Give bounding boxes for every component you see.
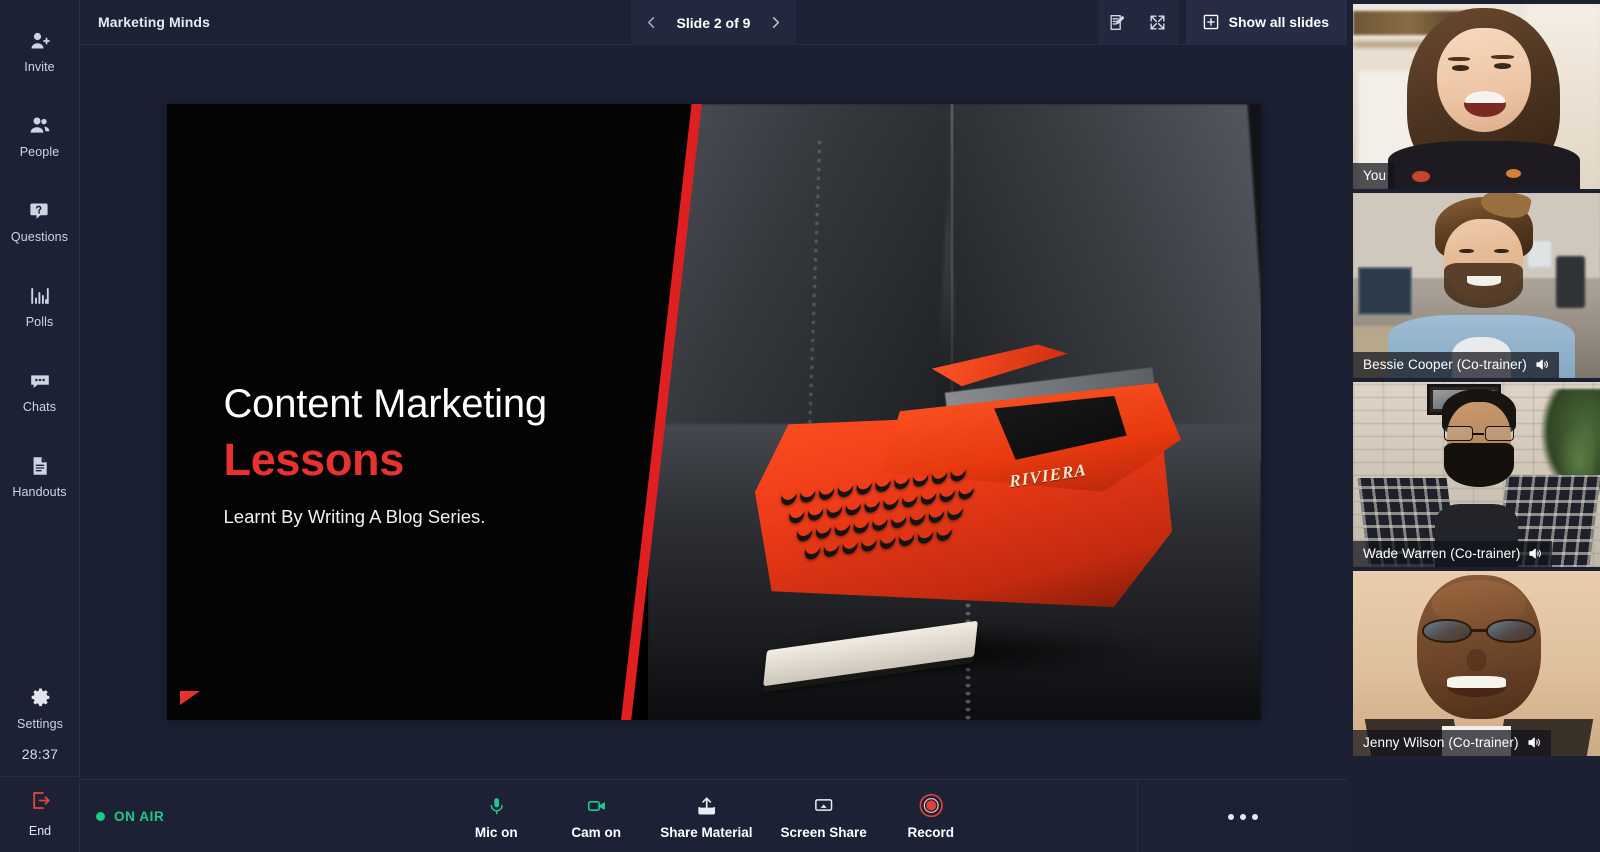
sidebar-item-settings[interactable]: Settings [0, 679, 80, 740]
chevron-right-icon [772, 17, 779, 28]
show-all-slides-label: Show all slides [1228, 14, 1329, 30]
meeting-controls: Mic on Cam on Share Material Screen Shar… [446, 780, 981, 852]
people-icon [28, 114, 52, 138]
expand-arrows-icon [1150, 14, 1165, 30]
chevron-left-icon [648, 17, 655, 28]
gear-icon [29, 686, 52, 710]
participant-video-bessie-cooper [1353, 193, 1600, 378]
more-horizontal-icon [1227, 813, 1258, 820]
participant-video-wade-warren [1353, 382, 1600, 567]
document-icon [28, 454, 52, 478]
slide-subtitle: Learnt By Writing A Blog Series. [223, 505, 486, 527]
video-camera-icon [584, 794, 608, 818]
previous-slide-button[interactable] [637, 0, 667, 45]
sidebar-item-people[interactable]: People [0, 107, 80, 168]
session-timer: 28:37 [21, 746, 59, 762]
on-air-label: ON AIR [114, 808, 165, 824]
top-bar: Marketing Minds Slide 2 of 9 Show all sl… [80, 0, 1347, 45]
sidebar-item-handouts[interactable]: Handouts [0, 447, 80, 508]
mic-toggle-label: Mic on [474, 824, 518, 840]
slide-triangle-accent [179, 691, 200, 705]
slide-text-block: Content Marketing Lessons Learnt By Writ… [223, 382, 548, 528]
webinar-app: Invite People Questions Polls Chats Hand… [0, 0, 1600, 852]
share-material-label: Share Material [660, 824, 753, 840]
sidebar-item-label: Questions [10, 230, 69, 244]
speaker-icon [1527, 546, 1543, 561]
mic-toggle-button[interactable]: Mic on [446, 780, 546, 852]
participant-tile-you[interactable]: You [1353, 4, 1600, 189]
sidebar-item-label: Invite [24, 60, 55, 74]
question-bubble-icon [28, 199, 52, 223]
upload-share-icon [695, 794, 717, 818]
record-label: Record [907, 824, 955, 840]
bar-chart-icon [28, 284, 52, 308]
slide-photo-typewriter: RIVIERA [647, 104, 1261, 720]
end-session-button[interactable]: End [0, 776, 80, 852]
sidebar-items: Invite People Questions Polls Chats Hand… [0, 0, 79, 532]
participant-tile-jenny-wilson[interactable]: Jenny Wilson (Co-trainer) [1353, 571, 1600, 756]
sidebar-item-label: Polls [25, 315, 54, 329]
participant-name-badge: You [1353, 163, 1396, 189]
participant-name: You [1363, 168, 1387, 183]
participant-video-you [1353, 4, 1600, 189]
sidebar-item-chats[interactable]: Chats [0, 362, 80, 423]
record-icon [918, 793, 943, 818]
sidebar-item-questions[interactable]: Questions [0, 192, 80, 253]
screen-share-button[interactable]: Screen Share [766, 780, 880, 852]
speaker-icon [1526, 735, 1542, 750]
participants-panel: You Bessie Cooper (Co-trainer) Wade Warr… [1347, 0, 1600, 852]
sidebar-item-label: People [19, 145, 60, 159]
on-air-status: ON AIR [80, 780, 310, 852]
participant-name-badge: Jenny Wilson (Co-trainer) [1353, 730, 1551, 756]
annotate-button[interactable] [1097, 0, 1138, 44]
main-column: Marketing Minds Slide 2 of 9 Show all sl… [80, 0, 1347, 852]
participant-name-badge: Bessie Cooper (Co-trainer) [1353, 352, 1559, 378]
screen-share-label: Screen Share [780, 824, 867, 840]
slide-navigation: Slide 2 of 9 [630, 0, 797, 45]
camera-toggle-button[interactable]: Cam on [546, 780, 646, 852]
sidebar-item-label: Chats [22, 400, 57, 414]
speaker-icon [1534, 357, 1550, 372]
more-options-button[interactable] [1137, 780, 1347, 852]
sidebar-item-label: Handouts [12, 485, 67, 499]
typewriter-graphic: RIVIERA [746, 338, 1199, 687]
plus-box-icon [1202, 13, 1220, 31]
presentation-slide[interactable]: RIVIERA Content Marketing Lessons Learnt… [166, 104, 1261, 720]
participant-name-badge: Wade Warren (Co-trainer) [1353, 541, 1553, 567]
fullscreen-button[interactable] [1137, 0, 1178, 44]
slide-accent-title: Lessons [223, 433, 405, 485]
monitor-icon [813, 794, 835, 818]
slide-counter-label: Slide 2 of 9 [676, 14, 751, 31]
left-sidebar: Invite People Questions Polls Chats Hand… [0, 0, 80, 852]
record-button[interactable]: Record [881, 780, 981, 852]
slide-stage: RIVIERA Content Marketing Lessons Learnt… [80, 45, 1347, 779]
microphone-icon [486, 794, 506, 818]
participant-tile-wade-warren[interactable]: Wade Warren (Co-trainer) [1353, 382, 1600, 567]
person-add-icon [28, 29, 52, 53]
participant-name: Wade Warren (Co-trainer) [1363, 546, 1521, 561]
exit-icon [29, 789, 52, 817]
participant-name: Bessie Cooper (Co-trainer) [1363, 357, 1527, 372]
status-dot-icon [96, 811, 105, 821]
next-slide-button[interactable] [760, 0, 790, 45]
bottom-toolbar: ON AIR Mic on Cam on Share Material Scre… [80, 779, 1347, 852]
participant-tile-bessie-cooper[interactable]: Bessie Cooper (Co-trainer) [1353, 193, 1600, 378]
session-title: Marketing Minds [98, 14, 210, 30]
sidebar-bottom: Settings 28:37 End [0, 679, 80, 852]
sidebar-item-label: Settings [17, 717, 63, 731]
participant-video-jenny-wilson [1353, 571, 1600, 756]
share-material-button[interactable]: Share Material [646, 780, 766, 852]
camera-toggle-label: Cam on [571, 824, 621, 840]
participant-name: Jenny Wilson (Co-trainer) [1363, 735, 1519, 750]
chat-bubble-icon [28, 369, 52, 393]
annotate-icon [1110, 14, 1125, 30]
sidebar-item-polls[interactable]: Polls [0, 277, 80, 338]
top-bar-actions: Show all slides [1097, 0, 1347, 44]
slide-title: Content Marketing [223, 382, 548, 426]
sidebar-item-invite[interactable]: Invite [0, 22, 80, 83]
show-all-slides-button[interactable]: Show all slides [1185, 0, 1347, 44]
end-session-label: End [28, 824, 52, 838]
